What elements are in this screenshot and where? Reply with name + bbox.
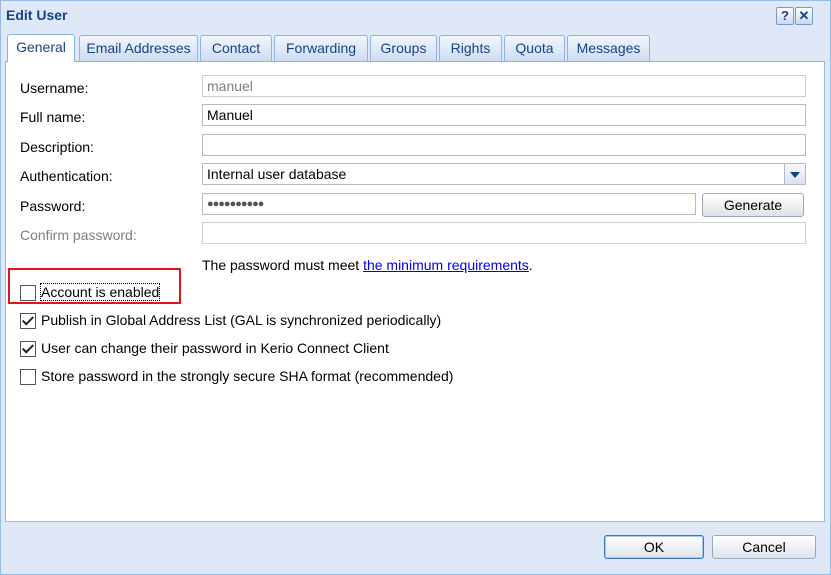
sha-format-checkbox[interactable]	[20, 369, 36, 385]
tab-email-addresses[interactable]: Email Addresses	[79, 35, 198, 61]
username-label: Username:	[20, 80, 89, 96]
cancel-button[interactable]: Cancel	[712, 535, 816, 559]
fullname-field[interactable]: Manuel	[202, 104, 806, 126]
edit-user-dialog: Edit User ? ✕ General Email Addresses Co…	[0, 0, 831, 575]
username-field: manuel	[202, 75, 806, 97]
tab-bar: General Email Addresses Contact Forwardi…	[5, 34, 825, 62]
password-hint-text: The password must meet	[202, 257, 364, 273]
tab-groups[interactable]: Groups	[370, 35, 437, 61]
help-icon[interactable]: ?	[776, 7, 794, 25]
change-password-label[interactable]: User can change their password in Kerio …	[41, 340, 389, 356]
tab-messages[interactable]: Messages	[567, 35, 650, 61]
tab-quota[interactable]: Quota	[504, 35, 565, 61]
fullname-value: Manuel	[207, 107, 253, 123]
dialog-title: Edit User	[6, 7, 68, 23]
chevron-down-icon[interactable]	[784, 164, 805, 184]
description-label: Description:	[20, 139, 94, 155]
password-field[interactable]: ●●●●●●●●●●	[202, 193, 696, 215]
close-icon[interactable]: ✕	[795, 7, 813, 25]
annotation-highlight-box	[8, 268, 181, 304]
dialog-titlebar[interactable]: Edit User ? ✕	[1, 1, 830, 31]
authentication-value: Internal user database	[207, 166, 347, 182]
password-hint-end: .	[528, 257, 533, 273]
minimum-requirements-link[interactable]: the minimum requirements	[363, 257, 529, 273]
dialog-footer: OK Cancel	[1, 526, 830, 574]
publish-gal-label[interactable]: Publish in Global Address List (GAL is s…	[41, 312, 441, 328]
username-value: manuel	[207, 78, 253, 94]
generate-button[interactable]: Generate	[702, 193, 804, 217]
password-label: Password:	[20, 198, 86, 214]
fullname-label: Full name:	[20, 109, 86, 125]
sha-format-label[interactable]: Store password in the strongly secure SH…	[41, 368, 453, 384]
tab-contact[interactable]: Contact	[200, 35, 272, 61]
tab-general[interactable]: General	[7, 34, 75, 62]
change-password-checkbox[interactable]	[20, 341, 36, 357]
tab-rights[interactable]: Rights	[439, 35, 502, 61]
confirm-password-field[interactable]	[202, 222, 806, 244]
authentication-select[interactable]: Internal user database	[202, 163, 806, 185]
ok-button[interactable]: OK	[604, 535, 704, 559]
confirm-password-label: Confirm password:	[20, 227, 137, 243]
description-field[interactable]	[202, 134, 806, 156]
tab-forwarding[interactable]: Forwarding	[274, 35, 368, 61]
password-hint: The password must meet the minimum requi…	[202, 257, 533, 273]
password-value: ●●●●●●●●●●	[207, 198, 264, 210]
publish-gal-checkbox[interactable]	[20, 313, 36, 329]
authentication-label: Authentication:	[20, 168, 113, 184]
